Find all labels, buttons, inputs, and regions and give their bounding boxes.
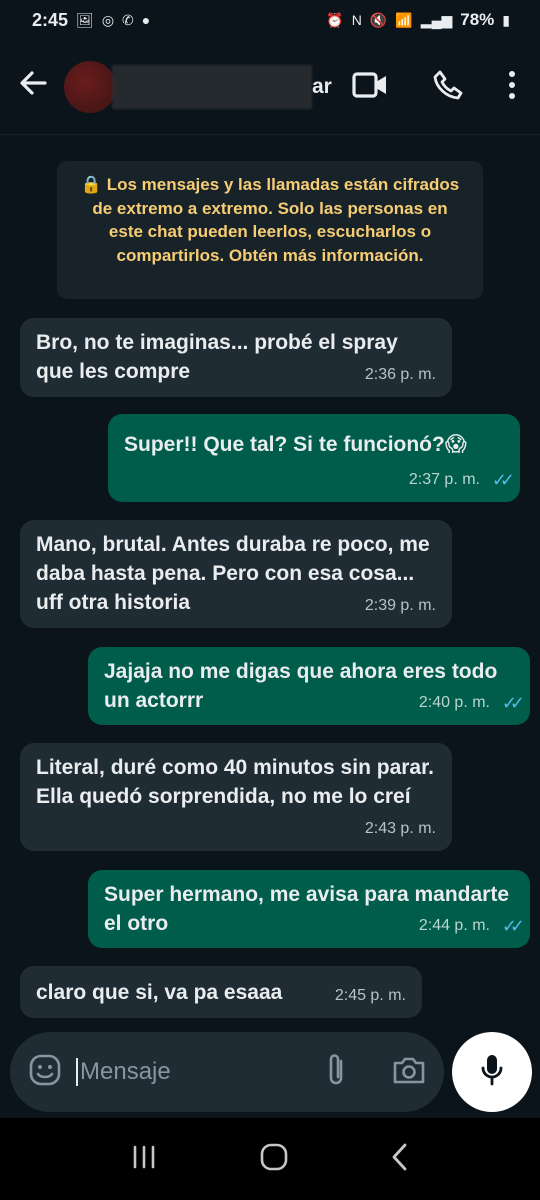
back-arrow-icon[interactable] — [18, 68, 58, 107]
attach-icon[interactable] — [324, 1052, 348, 1093]
encryption-notice[interactable]: 🔒 Los mensajes y las llamadas están cifr… — [57, 161, 483, 299]
more-options-icon[interactable] — [508, 70, 516, 105]
system-nav-bar — [0, 1118, 540, 1200]
message-time: 2:37 p. m. — [408, 471, 480, 488]
home-icon[interactable] — [259, 1142, 289, 1177]
recent-apps-icon[interactable] — [130, 1143, 158, 1176]
back-nav-icon[interactable] — [390, 1142, 410, 1177]
status-time: 2:45 — [32, 9, 69, 30]
message-text: Bro, no te imaginas... probé el spray qu… — [36, 331, 398, 383]
message-bubble[interactable]: Bro, no te imaginas... probé el spray qu… — [20, 318, 452, 397]
contact-name[interactable]: ar — [312, 75, 332, 99]
message-text: Literal, duré como 40 minutos sin parar.… — [36, 756, 434, 808]
read-receipt-icon: ✓✓ — [491, 470, 515, 490]
message-text: claro que si, va pa esaaa — [36, 981, 283, 1004]
message-time: 2:36 p. m. — [364, 366, 436, 383]
chat-header: ar — [0, 40, 540, 135]
message-time: 2:44 p. m. — [418, 917, 490, 934]
dot-icon: ● — [141, 12, 151, 28]
message-input-bar[interactable]: Mensaje — [10, 1032, 444, 1112]
battery-icon: ▮ — [502, 11, 510, 28]
message-text: Super!! Que tal? Si te funcionó?😱 — [124, 433, 467, 456]
message-bubble[interactable]: Super hermano, me avisa para mandarte el… — [88, 870, 530, 948]
read-receipt-icon: ✓✓ — [501, 693, 525, 713]
microphone-icon — [479, 1053, 505, 1092]
message-time: 2:40 p. m. — [418, 694, 490, 711]
whatsapp-icon: ✆ — [122, 11, 134, 28]
message-bubble[interactable]: claro que si, va pa esaaa 2:45 p. m. — [20, 966, 422, 1018]
contact-name-redacted[interactable] — [112, 65, 312, 109]
message-bubble[interactable]: Jajaja no me digas que ahora eres todo u… — [88, 647, 530, 725]
gallery-icon: 🖼 — [76, 11, 94, 28]
microphone-button[interactable] — [452, 1032, 532, 1112]
video-call-icon[interactable] — [352, 71, 388, 104]
emoji-icon[interactable] — [28, 1053, 62, 1092]
read-receipt-icon: ✓✓ — [501, 916, 525, 936]
voice-call-icon[interactable] — [432, 69, 464, 106]
message-bubble[interactable]: Super!! Que tal? Si te funcionó?😱 2:37 p… — [108, 414, 520, 502]
camera-icon[interactable] — [392, 1055, 426, 1090]
battery-level: 78% — [460, 10, 495, 29]
mute-icon: 🔇 — [369, 11, 388, 28]
wifi-icon: 📶 — [395, 11, 413, 28]
message-time: 2:43 p. m. — [364, 820, 436, 837]
message-time: 2:45 p. m. — [334, 987, 406, 1004]
message-time: 2:39 p. m. — [364, 597, 436, 614]
message-bubble[interactable]: Mano, brutal. Antes duraba re poco, me d… — [20, 520, 452, 628]
avatar[interactable] — [64, 61, 116, 113]
message-input[interactable]: Mensaje — [76, 1058, 171, 1086]
message-bubble[interactable]: Literal, duré como 40 minutos sin parar.… — [20, 743, 452, 851]
chat-area[interactable]: 🔒 Los mensajes y las llamadas están cifr… — [0, 135, 540, 1025]
status-bar: 2:45 🖼 ◎ ✆ ● ⏰ N 🔇 📶 ▂▄▆ 78% ▮ — [0, 0, 540, 40]
nfc-icon: N — [351, 12, 362, 28]
instagram-icon: ◎ — [101, 11, 115, 28]
signal-icon: ▂▄▆ — [420, 11, 453, 28]
alarm-icon: ⏰ — [326, 11, 344, 28]
